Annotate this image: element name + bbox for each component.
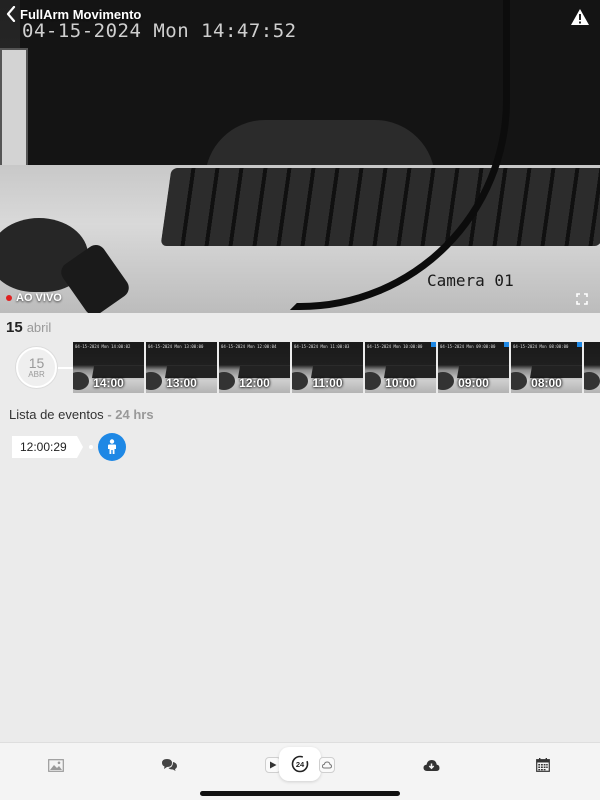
events-span: - 24 hrs	[107, 407, 154, 422]
events-title: Lista de eventos	[9, 407, 104, 422]
live-indicator: AO VIVO	[6, 292, 62, 304]
thumbnail-stamp: 04-15-2024 Mon 11:00:03	[294, 344, 350, 349]
fullscreen-icon	[576, 293, 588, 305]
cloud-icon	[322, 761, 332, 769]
thumbnail-time-label: 09:00	[458, 376, 489, 390]
date-badge[interactable]: 15 ABR	[16, 347, 57, 388]
home-indicator[interactable]	[200, 791, 400, 796]
event-item[interactable]: 12:00:29	[12, 433, 126, 461]
osd-camera-name: Camera 01	[427, 271, 514, 290]
svg-text:24: 24	[296, 760, 305, 769]
event-time[interactable]: 12:00:29	[12, 436, 83, 458]
image-icon	[48, 758, 64, 772]
thumbnail-time-label: 14:00	[93, 376, 124, 390]
events-header: Lista de eventos - 24 hrs	[9, 407, 154, 422]
event-type-button[interactable]	[97, 433, 126, 461]
thumbnail-time-label: 13:00	[166, 376, 197, 390]
thumbnail-time-label: 08:00	[531, 376, 562, 390]
thumbnail-row: 04-15-2024 Mon 14:00:02 14:00 04-15-2024 M…	[73, 342, 600, 393]
timeline-thumbnail[interactable]: 04-15-2024 Mon 12:00:04 12:00	[219, 342, 290, 393]
tab-chat[interactable]	[157, 755, 181, 775]
timeline-thumbnail[interactable]: 04-15-2024 Mon 13:00:00 13:00	[146, 342, 217, 393]
calendar-icon	[536, 758, 550, 772]
timeline-thumbnail[interactable]: 04-15-2024 Mon 09:00:00 09:00	[438, 342, 509, 393]
tab-calendar[interactable]	[531, 755, 555, 775]
tab-gallery[interactable]	[44, 755, 68, 775]
page-title: FullArm Movimento	[20, 6, 142, 22]
video-shelf-scene	[0, 48, 28, 183]
timeline-thumbnail[interactable]: 04-15-2024 Mon 08:00:00 08:00	[511, 342, 582, 393]
person-icon	[107, 439, 116, 454]
thumbnail-time-label: 10:00	[385, 376, 416, 390]
thumbnail-stamp: 04-15-2024 Mon 14:00:02	[75, 344, 131, 349]
event-marker-icon	[504, 342, 509, 347]
play-icon	[270, 761, 277, 769]
live-dot-icon	[6, 295, 12, 301]
chevron-left-icon	[6, 6, 16, 22]
day-month: abril	[26, 320, 52, 335]
top-bar: FullArm Movimento	[0, 0, 600, 28]
date-badge-day: 15	[28, 354, 45, 371]
timeline-thumbnail[interactable]: 04-15-2024 Mon 10:00:00 10:00	[365, 342, 436, 393]
event-marker-icon	[431, 342, 436, 347]
event-connector-dot	[88, 445, 93, 449]
tab-cloud-download[interactable]	[419, 755, 443, 775]
warning-triangle-icon	[571, 9, 589, 25]
thumbnail-time-label: 12:00	[239, 376, 270, 390]
tab-cloud[interactable]	[319, 757, 335, 773]
playback-mode-group: 24	[265, 747, 335, 781]
thumbnail-stamp: 04-15-2024 Mon 09:00:00	[440, 344, 496, 349]
timeline-thumbnails[interactable]: 04-15-2024 Mon 14:00:02 14:00 04-15-2024 M…	[73, 342, 600, 393]
chat-icon	[161, 759, 177, 771]
live-label: AO VIVO	[16, 292, 62, 304]
event-marker-icon	[577, 342, 582, 347]
fullscreen-button[interactable]	[576, 292, 588, 305]
date-badge-month: ABR	[28, 369, 45, 379]
day-header: 15 abril	[6, 319, 51, 336]
thumbnail-stamp: 04-15-2024 Mon 13:00:00	[148, 344, 204, 349]
timeline-thumbnail[interactable]: 04-15-2024 Mon 14:00:02 14:00	[73, 342, 144, 393]
cloud-download-icon	[423, 759, 439, 771]
thumbnail-stamp: 04-15-2024 Mon 10:00:00	[367, 344, 423, 349]
warning-button[interactable]	[570, 8, 590, 26]
timeline-thumbnail[interactable]	[584, 342, 600, 393]
thumbnail-time-label: 11:00	[312, 376, 343, 390]
tab-24h-playback[interactable]: 24	[279, 747, 321, 781]
back-button[interactable]	[2, 0, 20, 28]
24h-playback-icon: 24	[291, 755, 309, 773]
thumbnail-stamp: 04-15-2024 Mon 12:00:04	[221, 344, 277, 349]
thumbnail-stamp: 04-15-2024 Mon 08:00:00	[513, 344, 569, 349]
live-video[interactable]: 04-15-2024 Mon 14:47:52 Camera 01 FullAr…	[0, 0, 600, 313]
timeline-thumbnail[interactable]: 04-15-2024 Mon 11:00:03 11:00	[292, 342, 363, 393]
day-number: 15	[6, 319, 23, 336]
